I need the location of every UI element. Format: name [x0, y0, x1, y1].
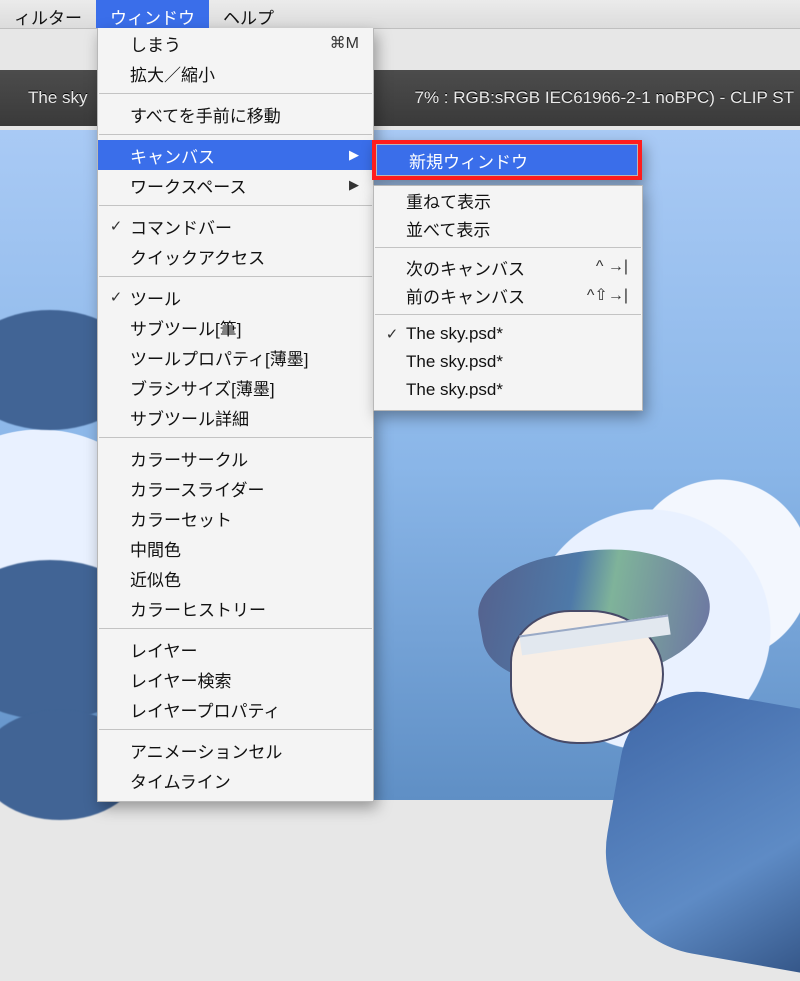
menu-separator	[99, 205, 372, 206]
menu-separator	[99, 276, 372, 277]
submenu-item-prev-canvas[interactable]: 前のキャンバス ^⇧→|	[374, 281, 642, 309]
menu-separator	[99, 729, 372, 730]
submenu-item-document[interactable]: The sky.psd*	[374, 376, 642, 404]
menu-item-layer-property[interactable]: レイヤープロパティ	[98, 694, 373, 724]
menu-separator	[99, 93, 372, 94]
menubar: ィルター ウィンドウ ヘルプ	[0, 0, 800, 29]
submenu-item-cascade[interactable]: 重ねて表示	[374, 186, 642, 214]
submenu-item-new-window[interactable]: 新規ウィンドウ	[377, 145, 637, 175]
menu-window[interactable]: ウィンドウ	[96, 0, 209, 28]
menu-item-layer[interactable]: レイヤー	[98, 634, 373, 664]
menu-item-workspace[interactable]: ワークスペース ▶	[98, 170, 373, 200]
menu-help[interactable]: ヘルプ	[209, 0, 288, 28]
menu-item-brush-size[interactable]: ブラシサイズ[薄墨]	[98, 372, 373, 402]
menu-filter[interactable]: ィルター	[0, 0, 96, 28]
submenu-item-tile[interactable]: 並べて表示	[374, 214, 642, 242]
menu-item-color-circle[interactable]: カラーサークル	[98, 443, 373, 473]
menu-separator	[375, 247, 641, 248]
submenu-arrow-icon: ▶	[345, 147, 359, 163]
menu-item-animation-cel[interactable]: アニメーションセル	[98, 735, 373, 765]
menu-separator	[99, 628, 372, 629]
shortcut-label: ^⇧→|	[587, 285, 628, 305]
menu-item-tool[interactable]: ✓ ツール	[98, 282, 373, 312]
menu-item-timeline[interactable]: タイムライン	[98, 765, 373, 795]
check-icon: ✓	[108, 217, 124, 235]
menu-separator	[99, 134, 372, 135]
menu-item-color-slider[interactable]: カラースライダー	[98, 473, 373, 503]
menu-separator	[375, 314, 641, 315]
menu-item-canvas[interactable]: キャンバス ▶	[98, 140, 373, 170]
artwork-illustration	[380, 510, 800, 930]
menu-item-bring-front[interactable]: すべてを手前に移動	[98, 99, 373, 129]
menu-item-close[interactable]: しまう ⌘M	[98, 28, 373, 58]
menu-separator	[99, 437, 372, 438]
menu-item-subtool-detail[interactable]: サブツール詳細	[98, 402, 373, 432]
shortcut-label: ^ →|	[596, 258, 628, 276]
menu-item-color-set[interactable]: カラーセット	[98, 503, 373, 533]
submenu-item-next-canvas[interactable]: 次のキャンバス ^ →|	[374, 253, 642, 281]
canvas-submenu-highlight: 新規ウィンドウ	[372, 140, 642, 180]
canvas-submenu: 重ねて表示 並べて表示 次のキャンバス ^ →| 前のキャンバス ^⇧→| ✓ …	[373, 185, 643, 411]
submenu-item-document[interactable]: ✓ The sky.psd*	[374, 320, 642, 348]
menu-item-color-history[interactable]: カラーヒストリー	[98, 593, 373, 623]
menu-item-tool-property[interactable]: ツールプロパティ[薄墨]	[98, 342, 373, 372]
menu-item-layer-search[interactable]: レイヤー検索	[98, 664, 373, 694]
menu-item-zoom[interactable]: 拡大／縮小	[98, 58, 373, 88]
check-icon: ✓	[108, 288, 124, 306]
submenu-item-document[interactable]: The sky.psd*	[374, 348, 642, 376]
menu-item-quickaccess[interactable]: クイックアクセス	[98, 241, 373, 271]
submenu-arrow-icon: ▶	[345, 177, 359, 193]
document-title-right: 7% : RGB:sRGB IEC61966-2-1 noBPC) - CLIP…	[415, 88, 800, 108]
document-title-left: The sky	[28, 88, 88, 108]
shortcut-label: ⌘M	[330, 33, 359, 53]
menu-item-mid-color[interactable]: 中間色	[98, 533, 373, 563]
menu-item-commandbar[interactable]: ✓ コマンドバー	[98, 211, 373, 241]
menu-item-subtool-brush[interactable]: サブツール[筆]	[98, 312, 373, 342]
check-icon: ✓	[384, 325, 400, 343]
window-menu: しまう ⌘M 拡大／縮小 すべてを手前に移動 キャンバス ▶ ワークスペース ▶…	[97, 28, 374, 802]
menu-item-approx-color[interactable]: 近似色	[98, 563, 373, 593]
